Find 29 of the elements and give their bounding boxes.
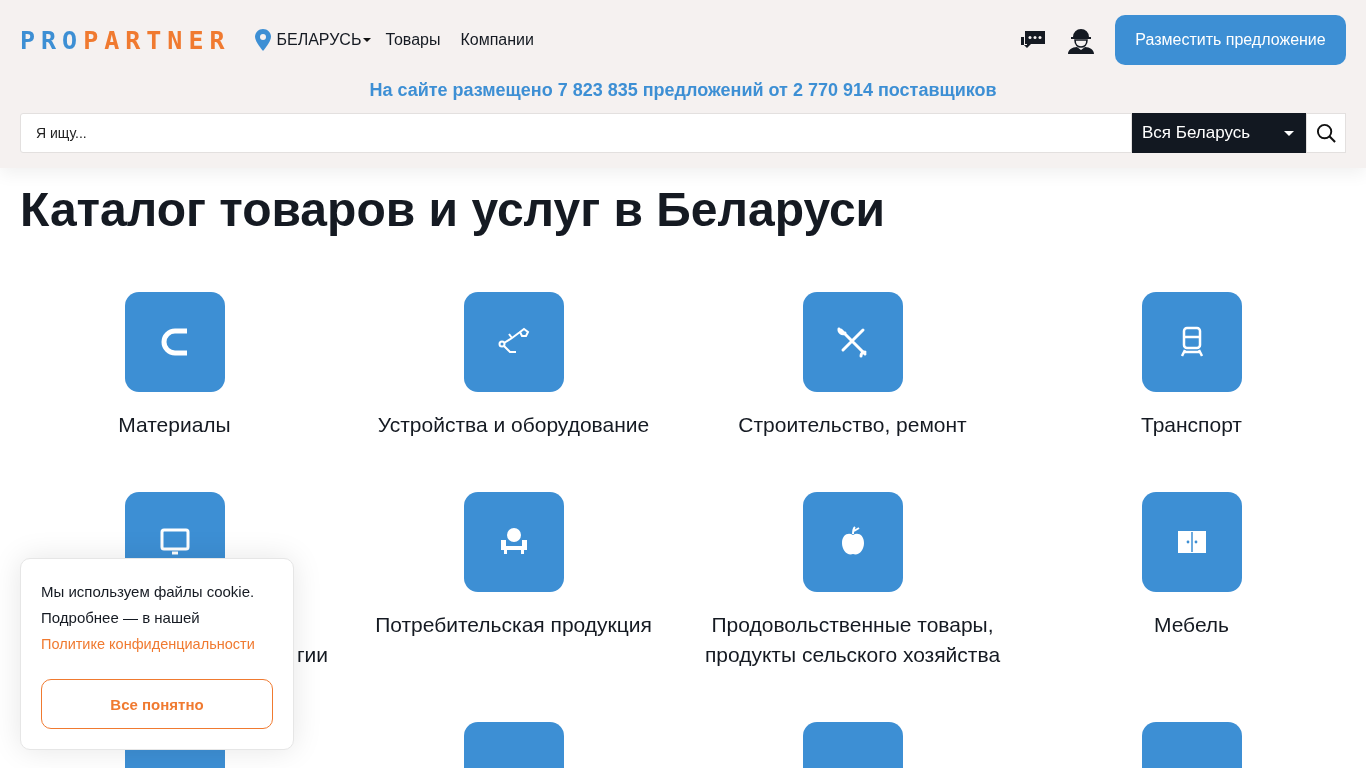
category-tile[interactable] xyxy=(1141,492,1242,592)
nav-link[interactable]: Компании xyxy=(460,31,534,49)
cookie-text: Мы используем файлы cookie. Подробнее — в нашей Политике конфиденциальности xyxy=(41,582,256,654)
category-tile[interactable] xyxy=(463,492,564,592)
page-title: Каталог товаров и услуг в Беларуси xyxy=(20,182,887,238)
caret-icon xyxy=(1284,130,1294,136)
category-label[interactable]: Продовольственные товары, продукты сельского хозяйства xyxy=(683,610,1022,670)
category-tile[interactable] xyxy=(1141,292,1242,392)
location-pin-icon xyxy=(254,29,271,51)
category-label[interactable]: Мебель xyxy=(1145,610,1238,640)
search-field[interactable]: Я ищу... xyxy=(20,113,1132,153)
category-tile[interactable] xyxy=(802,492,903,592)
category-label[interactable]: Материалы xyxy=(110,410,239,440)
category-tile[interactable] xyxy=(124,292,225,392)
chat-icon[interactable] xyxy=(1019,29,1047,51)
category-tile[interactable] xyxy=(463,292,564,392)
category-label[interactable]: Транспорт xyxy=(1133,410,1250,440)
nav-link[interactable]: Товары xyxy=(385,31,441,49)
region-dropdown[interactable]: БЕЛАРУСЬ xyxy=(276,31,372,49)
category-label[interactable]: Потребительская продукция xyxy=(367,610,660,640)
category-tile[interactable] xyxy=(802,292,903,392)
search-button[interactable] xyxy=(1306,113,1346,153)
region-select[interactable]: Вся Беларусь xyxy=(1132,113,1306,153)
category-label[interactable]: Устройства и оборудование xyxy=(369,410,658,440)
worker-icon[interactable] xyxy=(1067,26,1095,54)
category-label[interactable]: Строительство, ремонт xyxy=(730,410,975,440)
search-icon xyxy=(1315,122,1337,144)
caret-icon xyxy=(363,38,372,42)
stats-text: На сайте размещено 7 823 835 предложений от 2 770 914 поставщиков xyxy=(368,79,998,101)
